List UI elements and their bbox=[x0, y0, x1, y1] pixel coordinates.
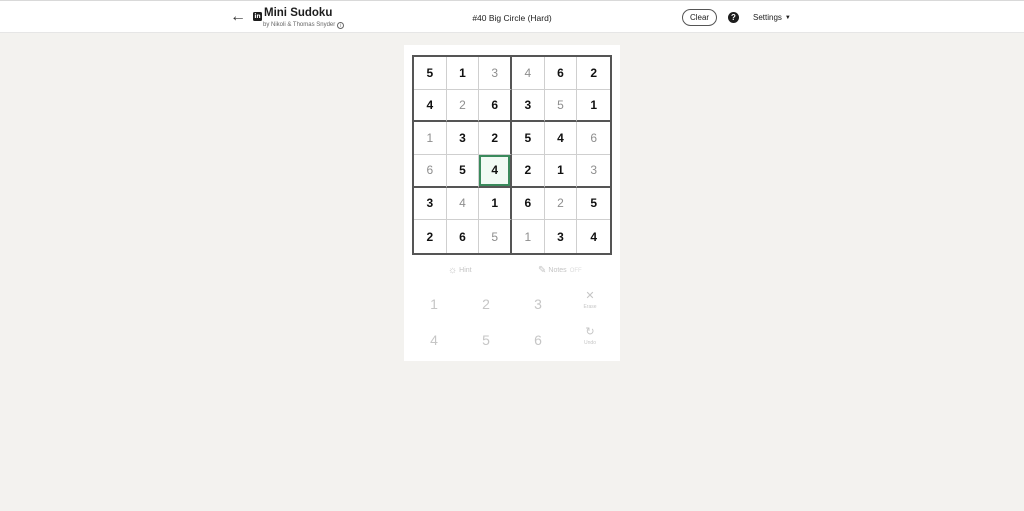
sudoku-cell[interactable]: 6 bbox=[414, 155, 447, 188]
close-icon: ✕ bbox=[585, 290, 595, 302]
sudoku-cell-selected[interactable]: 4 bbox=[479, 155, 512, 188]
sudoku-cell[interactable]: 6 bbox=[577, 122, 610, 155]
puzzle-title: #40 Big Circle (Hard) bbox=[472, 13, 552, 23]
undo-icon: ↻ bbox=[585, 326, 595, 338]
sudoku-cell[interactable]: 6 bbox=[447, 220, 480, 253]
clear-button[interactable]: Clear bbox=[682, 9, 717, 26]
sudoku-cell[interactable]: 5 bbox=[577, 188, 610, 221]
sudoku-cell[interactable]: 3 bbox=[479, 57, 512, 90]
sudoku-cell[interactable]: 2 bbox=[414, 220, 447, 253]
info-icon[interactable]: i bbox=[337, 22, 345, 29]
byline: by Nikoli & Thomas Snyder i bbox=[263, 22, 345, 29]
byline-text: by Nikoli & Thomas Snyder bbox=[263, 22, 336, 28]
sudoku-cell[interactable]: 6 bbox=[479, 89, 512, 123]
sudoku-cell[interactable]: 4 bbox=[414, 89, 447, 123]
sudoku-cell[interactable]: 1 bbox=[512, 220, 545, 253]
sudoku-cell[interactable]: 3 bbox=[577, 155, 610, 188]
sudoku-cell[interactable]: 3 bbox=[545, 220, 578, 253]
notes-state: OFF bbox=[569, 268, 582, 274]
lightbulb-icon: ☼ bbox=[448, 265, 458, 276]
sudoku-cell[interactable]: 5 bbox=[479, 220, 512, 253]
sudoku-cell[interactable]: 3 bbox=[446, 122, 480, 155]
key-2[interactable]: 2 bbox=[466, 289, 506, 319]
sudoku-cell[interactable]: 2 bbox=[446, 89, 480, 123]
sudoku-cell[interactable]: 6 bbox=[512, 187, 545, 221]
sudoku-cell[interactable]: 1 bbox=[577, 90, 610, 123]
hint-label: Hint bbox=[459, 267, 472, 274]
sudoku-cell[interactable]: 5 bbox=[512, 122, 545, 155]
sudoku-cell[interactable]: 3 bbox=[414, 187, 447, 221]
sudoku-cell[interactable]: 2 bbox=[512, 155, 545, 188]
sudoku-cell[interactable]: 5 bbox=[544, 89, 578, 123]
settings-label: Settings bbox=[753, 13, 782, 22]
undo-button[interactable]: ↻ Undo bbox=[570, 325, 610, 357]
app-title: Mini Sudoku bbox=[264, 7, 333, 19]
key-1[interactable]: 1 bbox=[414, 289, 454, 319]
back-arrow-icon[interactable]: ← bbox=[229, 8, 247, 26]
erase-label: Erase bbox=[583, 304, 597, 310]
undo-label: Undo bbox=[584, 340, 596, 346]
game-panel: 513462426351132546654213341625265134 ☼ Hi… bbox=[404, 45, 620, 361]
top-bar: ← in Mini Sudoku by Nikoli & Thomas Snyd… bbox=[0, 0, 1024, 33]
sudoku-cell[interactable]: 1 bbox=[414, 122, 447, 155]
caret-down-icon: ▼ bbox=[784, 15, 791, 21]
linkedin-logo: in bbox=[253, 12, 262, 21]
key-6[interactable]: 6 bbox=[518, 325, 558, 355]
notes-label: Notes bbox=[548, 267, 567, 274]
sudoku-cell[interactable]: 5 bbox=[446, 155, 480, 188]
sudoku-cell[interactable]: 5 bbox=[414, 57, 447, 90]
help-icon[interactable]: ? bbox=[728, 12, 739, 23]
sudoku-cell[interactable]: 2 bbox=[544, 187, 578, 221]
sudoku-board: 513462426351132546654213341625265134 bbox=[412, 55, 612, 255]
sudoku-cell[interactable]: 4 bbox=[544, 122, 578, 155]
notes-toggle[interactable]: ✎ Notes OFF bbox=[538, 265, 582, 276]
key-3[interactable]: 3 bbox=[518, 289, 558, 319]
key-4[interactable]: 4 bbox=[414, 325, 454, 355]
sudoku-cell[interactable]: 4 bbox=[577, 220, 610, 253]
sudoku-cell[interactable]: 2 bbox=[577, 57, 610, 90]
sudoku-cell[interactable]: 6 bbox=[544, 57, 578, 90]
sudoku-cell[interactable]: 1 bbox=[446, 57, 480, 90]
sudoku-cell[interactable]: 2 bbox=[479, 122, 512, 155]
sudoku-cell[interactable]: 4 bbox=[512, 57, 545, 90]
sudoku-cell[interactable]: 3 bbox=[512, 89, 545, 123]
number-keypad: 1 2 3 ✕ Erase 4 5 6 ↻ Undo bbox=[404, 287, 620, 361]
settings-button[interactable]: Settings ▼ bbox=[753, 13, 791, 22]
tool-row: ☼ Hint ✎ Notes OFF bbox=[404, 265, 620, 281]
key-5[interactable]: 5 bbox=[466, 325, 506, 355]
erase-button[interactable]: ✕ Erase bbox=[570, 289, 610, 321]
hint-button[interactable]: ☼ Hint bbox=[448, 265, 472, 276]
pencil-icon: ✎ bbox=[538, 265, 547, 276]
sudoku-cell[interactable]: 4 bbox=[446, 187, 480, 221]
sudoku-cell[interactable]: 1 bbox=[479, 187, 512, 221]
sudoku-cell[interactable]: 1 bbox=[544, 155, 578, 188]
